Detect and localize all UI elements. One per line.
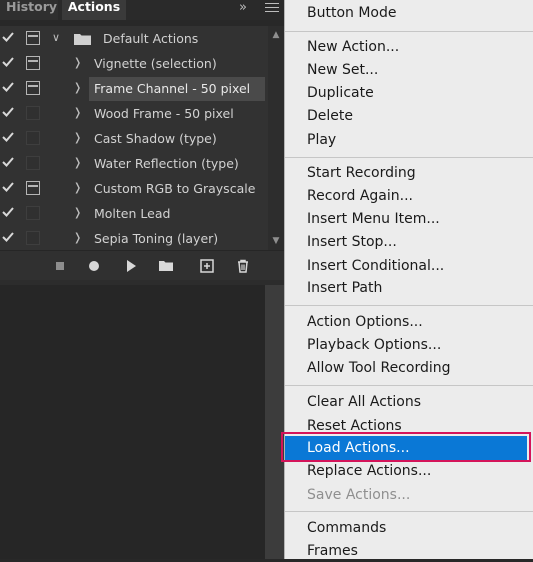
toggle-check-icon[interactable] [1, 155, 15, 169]
action-row[interactable]: ❭ Custom RGB to Grayscale [0, 177, 287, 202]
action-row[interactable]: ❭ Cast Shadow (type) [0, 127, 287, 152]
menu-item-clear-all-actions[interactable]: Clear All Actions [307, 391, 421, 413]
dialog-toggle-icon[interactable] [26, 181, 40, 195]
action-set-label: Default Actions [103, 31, 199, 46]
chevron-right-icon[interactable]: ❭ [73, 127, 82, 149]
dialog-toggle-icon[interactable] [26, 106, 40, 120]
menu-item-insert-path[interactable]: Insert Path [307, 277, 382, 299]
toggle-check-icon[interactable] [1, 130, 15, 144]
action-label: Frame Channel - 50 pixel [89, 77, 265, 101]
workspace-area [0, 285, 265, 559]
action-row[interactable]: ❭ Wood Frame - 50 pixel [0, 102, 287, 127]
dialog-toggle-icon[interactable] [26, 131, 40, 145]
folder-icon [74, 34, 91, 45]
trash-icon[interactable] [235, 258, 251, 274]
menu-item-insert-menu-item[interactable]: Insert Menu Item... [307, 208, 440, 230]
record-icon[interactable] [86, 258, 102, 274]
menu-item-save-actions: Save Actions... [307, 487, 411, 503]
dialog-toggle-icon[interactable] [26, 206, 40, 220]
action-label: Water Reflection (type) [94, 156, 239, 171]
dialog-toggle-icon[interactable] [26, 156, 40, 170]
menu-separator [285, 385, 533, 386]
menu-separator [285, 157, 533, 158]
menu-item-insert-stop[interactable]: Insert Stop... [307, 231, 397, 253]
stop-icon[interactable] [52, 258, 68, 274]
actions-scrollbar[interactable]: ▲ ▼ [268, 26, 284, 250]
chevron-right-icon[interactable]: ❭ [73, 52, 82, 74]
chevron-right-icon[interactable]: ❭ [73, 77, 82, 99]
dialog-toggle-icon[interactable] [26, 56, 40, 70]
new-action-icon[interactable] [199, 258, 215, 274]
menu-separator [285, 511, 533, 512]
panel-tab-bar: History Actions » [0, 0, 287, 20]
menu-item-allow-tool-recording[interactable]: Allow Tool Recording [307, 357, 451, 379]
action-label: Wood Frame - 50 pixel [94, 106, 234, 121]
menu-item-delete[interactable]: Delete [307, 105, 353, 127]
chevron-right-icon[interactable]: ❭ [73, 202, 82, 224]
tab-actions[interactable]: Actions [62, 0, 126, 20]
chevron-down-icon[interactable]: ∨ [52, 27, 60, 49]
folder-icon[interactable] [158, 258, 174, 274]
scroll-down-icon[interactable]: ▼ [271, 236, 281, 246]
menu-item-duplicate[interactable]: Duplicate [307, 82, 374, 104]
toggle-check-icon[interactable] [1, 230, 15, 244]
action-label: Sepia Toning (layer) [94, 231, 219, 246]
menu-item-button-mode[interactable]: Button Mode [307, 2, 397, 24]
menu-separator [285, 305, 533, 306]
action-label: Custom RGB to Grayscale [94, 181, 256, 196]
menu-item-new-set[interactable]: New Set... [307, 59, 378, 81]
menu-item-replace-actions[interactable]: Replace Actions... [307, 460, 431, 482]
actions-list: ∨ Default Actions ❭ Vignette (selection)… [0, 26, 287, 250]
highlight-outline [281, 432, 531, 462]
toggle-check-icon[interactable] [1, 80, 15, 94]
action-label: Vignette (selection) [94, 56, 217, 71]
toggle-check-icon[interactable] [1, 205, 15, 219]
dialog-toggle-icon[interactable] [26, 31, 40, 45]
actions-toolbar [0, 250, 287, 281]
action-label: Molten Lead [94, 206, 171, 221]
play-icon[interactable] [123, 258, 139, 274]
chevron-right-icon[interactable]: ❭ [73, 102, 82, 124]
dialog-toggle-icon[interactable] [26, 231, 40, 245]
toggle-check-icon[interactable] [1, 55, 15, 69]
action-row[interactable]: ❭ Molten Lead [0, 202, 287, 227]
menu-separator [285, 31, 533, 32]
chevron-right-icon[interactable]: ❭ [73, 177, 82, 199]
menu-item-playback-options[interactable]: Playback Options... [307, 334, 441, 356]
toggle-check-icon[interactable] [1, 105, 15, 119]
menu-item-start-recording[interactable]: Start Recording [307, 162, 416, 184]
chevron-right-icon[interactable]: ❭ [73, 227, 82, 249]
action-row-selected[interactable]: ❭ Frame Channel - 50 pixel [0, 77, 287, 102]
action-row[interactable]: ❭ Water Reflection (type) [0, 152, 287, 177]
dialog-toggle-icon[interactable] [26, 81, 40, 95]
scroll-up-icon[interactable]: ▲ [271, 30, 281, 40]
action-row[interactable]: ❭ Sepia Toning (layer) [0, 227, 287, 252]
panel-menu-icon[interactable] [265, 0, 279, 14]
tab-history[interactable]: History [0, 0, 58, 20]
action-row[interactable]: ❭ Vignette (selection) [0, 52, 287, 77]
action-set-default[interactable]: ∨ Default Actions [0, 27, 287, 52]
toggle-check-icon[interactable] [1, 30, 15, 44]
menu-item-record-again[interactable]: Record Again... [307, 185, 413, 207]
action-label: Cast Shadow (type) [94, 131, 217, 146]
menu-item-action-options[interactable]: Action Options... [307, 311, 423, 333]
menu-item-insert-conditional[interactable]: Insert Conditional... [307, 255, 444, 277]
chevron-right-icon[interactable]: ❭ [73, 152, 82, 174]
menu-item-commands[interactable]: Commands [307, 517, 386, 539]
menu-item-new-action[interactable]: New Action... [307, 36, 399, 58]
toggle-check-icon[interactable] [1, 180, 15, 194]
expand-panel-icon[interactable]: » [239, 0, 247, 15]
actions-flyout-menu: Button Mode New Action... New Set... Dup… [284, 0, 533, 559]
menu-item-play[interactable]: Play [307, 129, 336, 151]
